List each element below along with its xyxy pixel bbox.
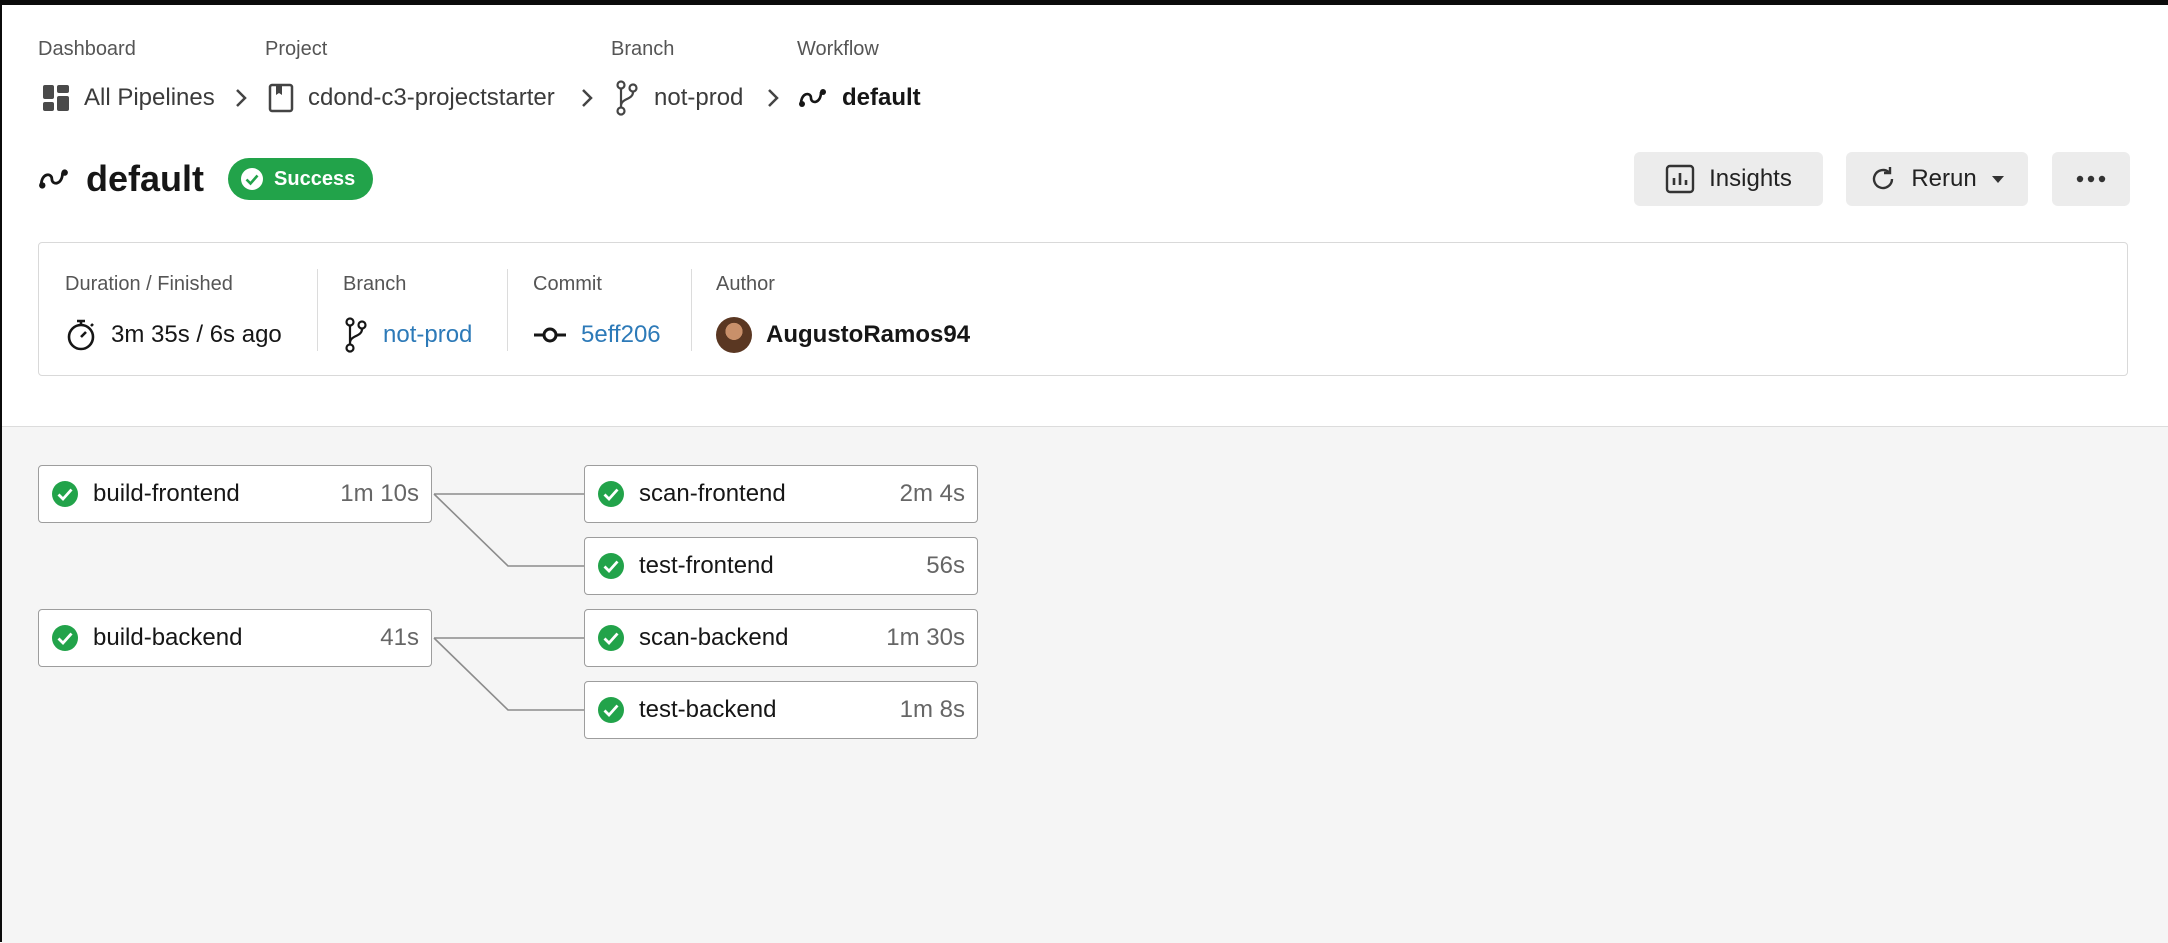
commit-link[interactable]: 5eff206 <box>581 321 661 349</box>
job-card-test-backend[interactable]: test-backend 1m 8s <box>584 681 978 739</box>
breadcrumb-label-branch: Branch <box>611 38 675 60</box>
avatar <box>716 317 752 353</box>
commit-label: Commit <box>533 273 602 295</box>
job-name: scan-backend <box>639 624 789 651</box>
workflow-icon <box>38 165 70 193</box>
job-name: test-frontend <box>639 552 774 579</box>
job-duration: 1m 30s <box>886 624 965 651</box>
breadcrumb-branch[interactable]: not-prod <box>614 80 743 116</box>
branch-link[interactable]: not-prod <box>383 321 472 349</box>
job-duration: 41s <box>380 624 419 651</box>
branch-label: Branch <box>343 273 407 295</box>
chevron-right-icon <box>759 82 787 114</box>
job-name: scan-frontend <box>639 480 786 507</box>
author-name: AugustoRamos94 <box>766 321 971 348</box>
branch-icon <box>343 317 369 353</box>
branch-icon <box>614 80 640 116</box>
job-duration: 1m 8s <box>899 696 965 723</box>
insights-button[interactable]: Insights <box>1634 152 1823 206</box>
duration-value-row: 3m 35s / 6s ago <box>65 317 282 353</box>
more-horizontal-icon <box>2076 175 2106 183</box>
bar-chart-icon <box>1665 164 1695 194</box>
window-top-border <box>0 0 2168 5</box>
breadcrumb-label-workflow: Workflow <box>797 38 879 60</box>
workflow-graph-canvas[interactable]: build-frontend 1m 10s scan-frontend 2m 4… <box>2 426 2168 943</box>
job-duration: 56s <box>926 552 965 579</box>
duration-label: Duration / Finished <box>65 273 233 295</box>
stopwatch-icon <box>65 318 97 352</box>
workflow-icon <box>798 86 828 110</box>
breadcrumb-label-project: Project <box>265 38 328 60</box>
breadcrumb-project[interactable]: cdond-c3-projectstarter <box>268 80 555 116</box>
breadcrumb-workflow-label: default <box>842 84 921 111</box>
breadcrumb-label-dashboard: Dashboard <box>38 38 136 60</box>
job-name: build-frontend <box>93 480 240 507</box>
caret-down-icon <box>1991 174 2005 184</box>
job-duration: 2m 4s <box>899 480 965 507</box>
commit-value-row: 5eff206 <box>533 317 661 353</box>
breadcrumb-all-pipelines-label: All Pipelines <box>84 84 215 111</box>
job-duration: 1m 10s <box>340 480 419 507</box>
breadcrumb-workflow: default <box>798 80 921 116</box>
rerun-button-label: Rerun <box>1911 165 1977 192</box>
author-label: Author <box>716 273 775 295</box>
page-title: default <box>86 158 205 199</box>
workflow-summary-card: Duration / Finished 3m 35s / 6s ago Bran… <box>38 242 2128 376</box>
breadcrumb-branch-label: not-prod <box>654 84 744 111</box>
job-card-test-frontend[interactable]: test-frontend 56s <box>584 537 978 595</box>
success-check-icon <box>597 480 625 508</box>
summary-divider <box>691 269 692 351</box>
job-name: build-backend <box>93 624 243 651</box>
chevron-right-icon <box>573 82 601 114</box>
job-name: test-backend <box>639 696 777 723</box>
success-check-icon <box>597 552 625 580</box>
success-check-icon <box>51 624 79 652</box>
breadcrumb-project-label: cdond-c3-projectstarter <box>308 84 555 111</box>
duration-value: 3m 35s / 6s ago <box>111 321 282 348</box>
author-value-row: AugustoRamos94 <box>716 317 970 353</box>
rerun-button[interactable]: Rerun <box>1846 152 2028 206</box>
job-card-scan-frontend[interactable]: scan-frontend 2m 4s <box>584 465 978 523</box>
page-header: default Success <box>38 152 374 206</box>
success-check-icon <box>597 624 625 652</box>
summary-divider <box>317 269 318 351</box>
check-circle-icon <box>240 167 264 191</box>
commit-icon <box>533 325 567 345</box>
more-options-button[interactable] <box>2052 152 2130 206</box>
status-badge: Success <box>228 158 374 200</box>
job-card-scan-backend[interactable]: scan-backend 1m 30s <box>584 609 978 667</box>
breadcrumb-all-pipelines[interactable]: All Pipelines <box>42 80 215 116</box>
chevron-right-icon <box>227 82 255 114</box>
summary-divider <box>507 269 508 351</box>
job-card-build-frontend[interactable]: build-frontend 1m 10s <box>38 465 432 523</box>
refresh-icon <box>1869 165 1897 193</box>
job-card-build-backend[interactable]: build-backend 41s <box>38 609 432 667</box>
dashboard-icon <box>42 84 70 112</box>
project-book-icon <box>268 83 294 113</box>
status-badge-label: Success <box>274 167 356 190</box>
insights-button-label: Insights <box>1709 165 1792 192</box>
success-check-icon <box>51 480 79 508</box>
success-check-icon <box>597 696 625 724</box>
branch-value-row: not-prod <box>343 317 472 353</box>
